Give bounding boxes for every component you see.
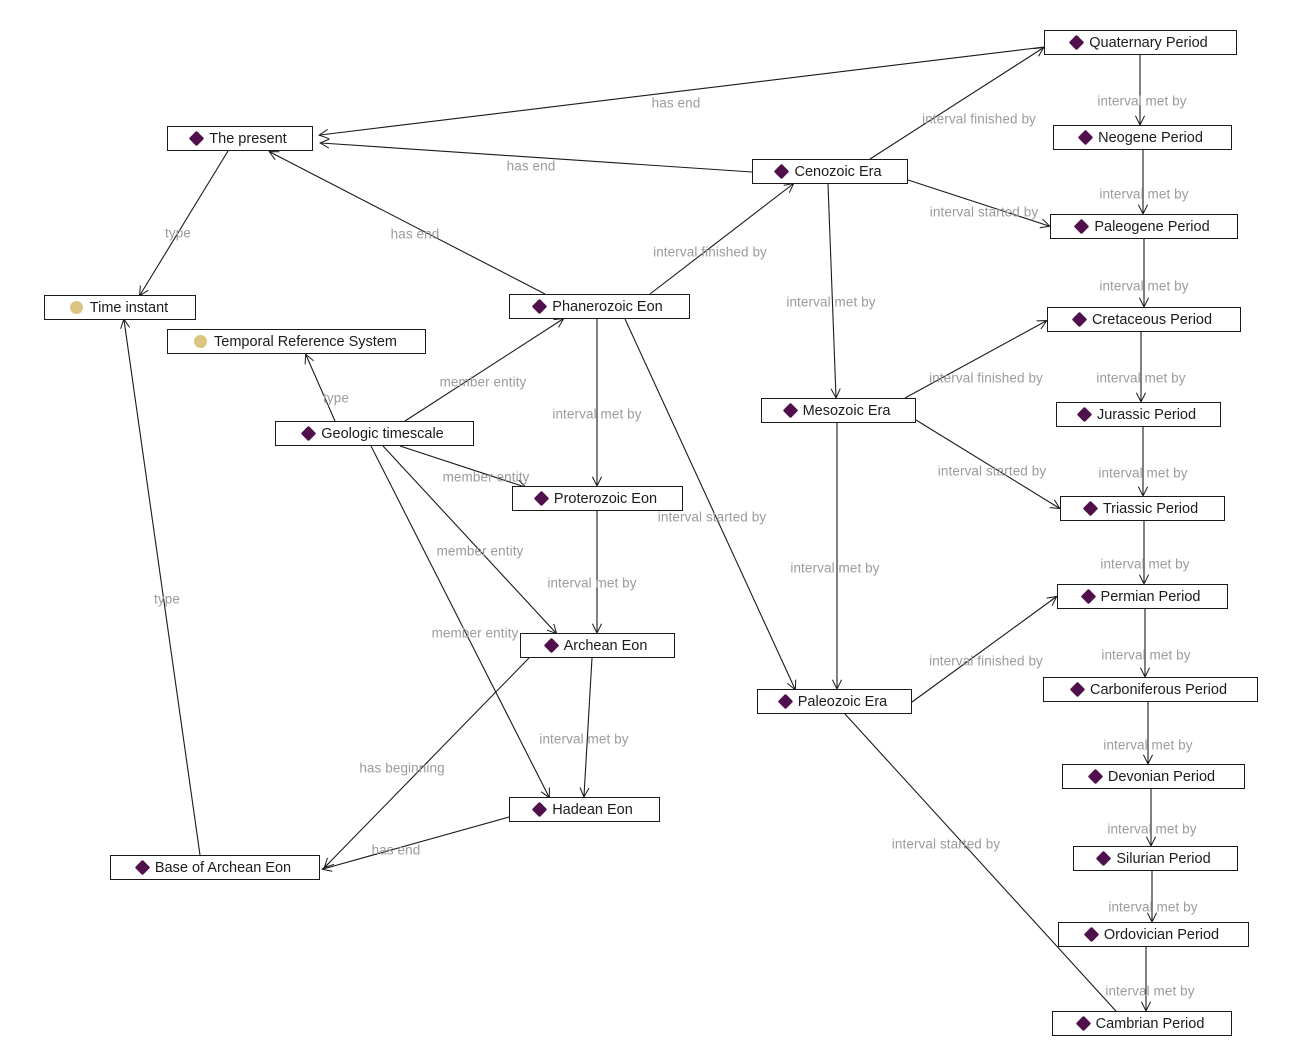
node-label: Temporal Reference System (214, 333, 397, 350)
node-label: Permian Period (1100, 588, 1201, 605)
node-paleozoic[interactable]: Paleozoic Era (757, 689, 912, 714)
individual-diamond-icon (531, 801, 548, 818)
node-cambrian[interactable]: Cambrian Period (1052, 1011, 1232, 1036)
individual-diamond-icon (533, 490, 550, 507)
edge-timescale-to-phanerozoic (404, 319, 563, 422)
node-label: Ordovician Period (1103, 926, 1220, 943)
node-label: Archean Eon (563, 637, 648, 654)
edge-phanerozoic-to-cenozoic (649, 184, 793, 295)
individual-diamond-icon (777, 693, 794, 710)
node-archean[interactable]: Archean Eon (520, 633, 675, 658)
node-neogene[interactable]: Neogene Period (1053, 125, 1232, 150)
node-label: Mesozoic Era (802, 402, 891, 419)
individual-diamond-icon (532, 298, 548, 315)
edge-cenozoic-to-paleogene (907, 179, 1049, 226)
node-timescale[interactable]: Geologic timescale (275, 421, 474, 446)
node-mesozoic[interactable]: Mesozoic Era (761, 398, 916, 423)
node-label: Paleogene Period (1094, 218, 1210, 235)
class-circle-icon (194, 335, 208, 348)
node-label: Base of Archean Eon (154, 859, 292, 876)
edge-archean-to-hadean (584, 657, 593, 796)
node-label: Jurassic Period (1096, 406, 1197, 423)
node-cenozoic[interactable]: Cenozoic Era (752, 159, 908, 184)
node-label: Neogene Period (1098, 129, 1203, 146)
node-cretaceous[interactable]: Cretaceous Period (1047, 307, 1241, 332)
individual-diamond-icon (1087, 768, 1104, 785)
ontology-graph-canvas: has end has end has end type type type member … (0, 0, 1302, 1046)
individual-diamond-icon (1069, 681, 1086, 698)
edge-cenozoic-to-present (321, 143, 753, 173)
node-label: Silurian Period (1116, 850, 1211, 867)
edge-cenozoic-to-mesozoic (827, 183, 836, 397)
individual-diamond-icon (1068, 34, 1085, 51)
node-label: Quaternary Period (1089, 34, 1208, 51)
individual-diamond-icon (1076, 406, 1093, 423)
individual-diamond-icon (1074, 218, 1090, 235)
edge-timescale-to-proterozoic (399, 445, 525, 487)
edge-paleozoic-to-permian (911, 597, 1056, 703)
individual-diamond-icon (1082, 500, 1099, 517)
edge-archean-to-base_archean (325, 657, 530, 867)
individual-diamond-icon (543, 637, 559, 654)
edge-quaternary-to-present (320, 46, 1045, 135)
node-triassic[interactable]: Triassic Period (1060, 496, 1225, 521)
node-phanerozoic[interactable]: Phanerozoic Eon (509, 294, 690, 319)
edge-mesozoic-to-cretaceous (904, 321, 1046, 399)
individual-diamond-icon (1075, 1015, 1091, 1032)
edge-mesozoic-to-triassic (915, 419, 1059, 508)
edge-timescale-to-archean (382, 445, 556, 633)
node-label: Time instant (89, 299, 169, 316)
node-carboniferous[interactable]: Carboniferous Period (1043, 677, 1258, 702)
edge-base_archean-to-time_instant (124, 320, 201, 856)
node-ordovician[interactable]: Ordovician Period (1058, 922, 1249, 947)
individual-diamond-icon (1083, 926, 1100, 943)
node-time_instant[interactable]: Time instant (44, 295, 196, 320)
edge-hadean-to-base_archean (323, 816, 510, 869)
node-label: Paleozoic Era (797, 693, 888, 710)
individual-diamond-icon (1096, 850, 1112, 867)
node-quaternary[interactable]: Quaternary Period (1044, 30, 1237, 55)
node-label: Geologic timescale (321, 425, 444, 442)
node-present[interactable]: The present (167, 126, 313, 151)
node-label: Triassic Period (1102, 500, 1199, 517)
individual-diamond-icon (1077, 129, 1094, 146)
node-label: Devonian Period (1107, 768, 1216, 785)
individual-diamond-icon (782, 402, 798, 419)
node-label: Cenozoic Era (794, 163, 882, 180)
individual-diamond-icon (300, 425, 317, 442)
individual-diamond-icon (134, 859, 151, 876)
node-proterozoic[interactable]: Proterozoic Eon (512, 486, 683, 511)
individual-diamond-icon (774, 163, 790, 180)
node-label: Carboniferous Period (1089, 681, 1228, 698)
node-paleogene[interactable]: Paleogene Period (1050, 214, 1238, 239)
node-devonian[interactable]: Devonian Period (1062, 764, 1245, 789)
edge-present-to-time_instant (140, 150, 229, 295)
individual-diamond-icon (1080, 588, 1096, 605)
individual-diamond-icon (189, 130, 205, 147)
individual-diamond-icon (1071, 311, 1088, 328)
node-label: Proterozoic Eon (553, 490, 658, 507)
node-label: Hadean Eon (552, 801, 633, 818)
node-jurassic[interactable]: Jurassic Period (1056, 402, 1221, 427)
class-circle-icon (69, 301, 83, 314)
node-label: Phanerozoic Eon (552, 298, 663, 315)
node-base_archean[interactable]: Base of Archean Eon (110, 855, 320, 880)
node-permian[interactable]: Permian Period (1057, 584, 1228, 609)
edge-timescale-to-trs (306, 355, 336, 422)
node-trs[interactable]: Temporal Reference System (167, 329, 426, 354)
node-hadean[interactable]: Hadean Eon (509, 797, 660, 822)
node-label: The present (209, 130, 287, 147)
node-silurian[interactable]: Silurian Period (1073, 846, 1238, 871)
edge-phanerozoic-to-present (270, 152, 546, 295)
node-label: Cretaceous Period (1091, 311, 1213, 328)
edge-layer (0, 46, 1302, 1046)
node-label: Cambrian Period (1095, 1015, 1205, 1032)
